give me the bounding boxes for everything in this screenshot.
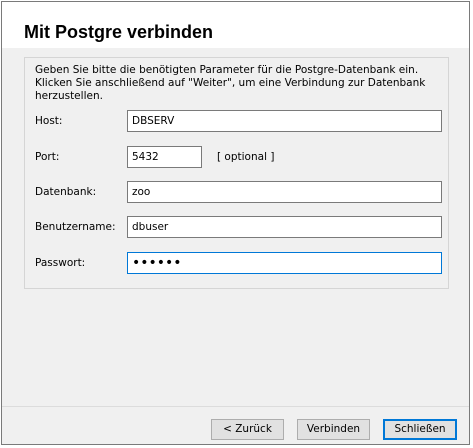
instructions-text: Geben Sie bitte die benötigten Parameter… xyxy=(35,64,426,102)
username-label: Benutzername: xyxy=(35,221,116,233)
port-input[interactable]: 5432 xyxy=(127,146,202,168)
password-label: Passwort: xyxy=(35,257,86,269)
port-label: Port: xyxy=(35,151,60,163)
host-label: Host: xyxy=(35,115,63,127)
connection-parameters-panel: Geben Sie bitte die benötigten Parameter… xyxy=(24,57,449,289)
host-input[interactable]: DBSERV xyxy=(127,110,442,132)
footer-divider xyxy=(2,406,469,407)
back-button[interactable]: < Zurück xyxy=(211,419,284,440)
close-button[interactable]: Schließen xyxy=(383,419,457,440)
database-label: Datenbank: xyxy=(35,186,97,198)
database-input[interactable]: zoo xyxy=(127,181,442,203)
username-input[interactable]: dbuser xyxy=(127,216,442,238)
connect-button[interactable]: Verbinden xyxy=(297,419,370,440)
dialog-header: Mit Postgre verbinden xyxy=(2,2,469,48)
dialog-title: Mit Postgre verbinden xyxy=(24,22,214,42)
port-optional-hint: [ optional ] xyxy=(217,151,275,163)
password-input[interactable]: •••••• xyxy=(127,252,442,274)
dialog-window: Mit Postgre verbinden Geben Sie bitte di… xyxy=(1,1,470,445)
